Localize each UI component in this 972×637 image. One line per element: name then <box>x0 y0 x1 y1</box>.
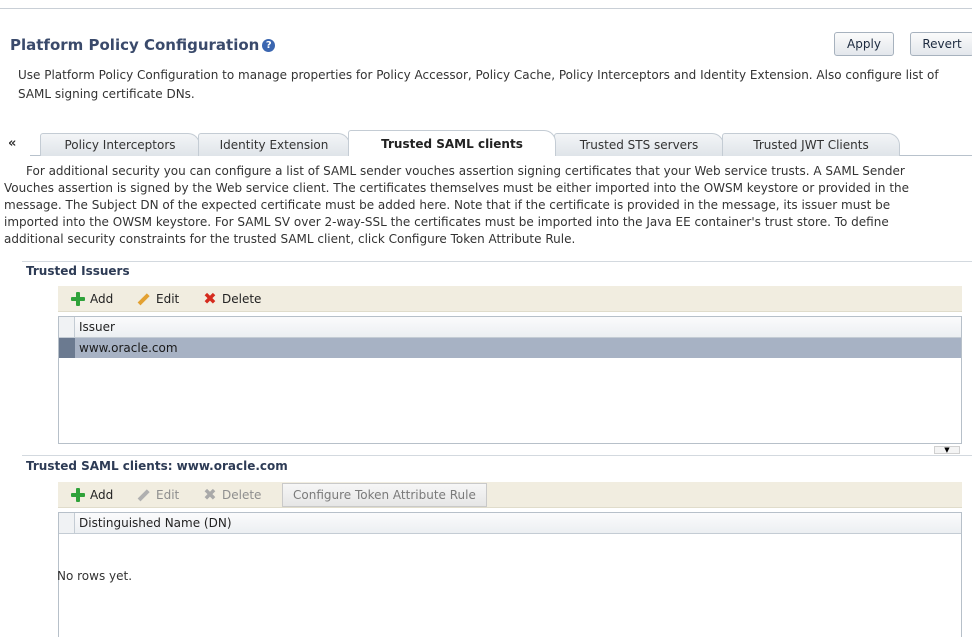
issuers-table-header: Issuer <box>59 317 961 338</box>
issuers-toolbar: Add Edit ✖ Delete <box>58 286 962 312</box>
tab-trusted-jwt-clients[interactable]: Trusted JWT Clients <box>722 133 900 156</box>
description-line: imported into the OWSM keystore. For SAM… <box>4 215 889 229</box>
page-title: Platform Policy Configuration ? <box>10 36 276 54</box>
description-line: additional security constraints for the … <box>4 232 576 246</box>
description-line: message. The Subject DN of the expected … <box>4 198 891 212</box>
clients-edit-button[interactable]: Edit <box>136 487 179 503</box>
clients-table: Distinguished Name (DN) <box>58 512 962 637</box>
trusted-issuers-title: Trusted Issuers <box>26 264 130 278</box>
description-line: Vouches assertion is signed by the Web s… <box>4 181 910 195</box>
delete-icon: ✖ <box>203 485 217 504</box>
issuers-add-button[interactable]: Add <box>70 291 113 307</box>
delete-icon: ✖ <box>203 289 217 308</box>
tab-description: For additional security you can configur… <box>4 163 970 248</box>
table-row[interactable]: www.oracle.com <box>59 338 961 358</box>
empty-table-message: No rows yet. <box>57 569 133 583</box>
issuer-cell: www.oracle.com <box>79 341 178 355</box>
issuers-edit-button[interactable]: Edit <box>136 291 179 307</box>
description-line: For additional security you can configur… <box>26 164 905 178</box>
edit-label: Edit <box>156 292 180 306</box>
issuers-delete-button[interactable]: ✖ Delete <box>202 291 261 307</box>
tab-scroll-left-button[interactable]: « <box>8 136 16 151</box>
intro-line: SAML signing certificate DNs. <box>18 87 195 101</box>
issuer-column-header[interactable]: Issuer <box>79 320 115 334</box>
tab-bar: « Policy Interceptors Identity Extension… <box>0 130 972 156</box>
issuers-table: Issuer www.oracle.com <box>58 316 962 444</box>
configure-token-attribute-rule-button[interactable]: Configure Token Attribute Rule <box>282 483 487 507</box>
scroll-down-icon[interactable]: ▼ <box>934 446 960 454</box>
clients-delete-button[interactable]: ✖ Delete <box>202 487 261 503</box>
intro-text: Use Platform Policy Configuration to man… <box>18 66 972 104</box>
tab-policy-interceptors[interactable]: Policy Interceptors <box>40 133 200 156</box>
row-header-cell <box>59 317 75 337</box>
tab-identity-extension[interactable]: Identity Extension <box>198 133 350 156</box>
edit-label: Edit <box>156 488 180 502</box>
clients-toolbar: Add Edit ✖ Delete Configure Token Attrib… <box>58 482 962 508</box>
edit-icon <box>133 288 156 311</box>
delete-label: Delete <box>222 488 262 502</box>
intro-line: Use Platform Policy Configuration to man… <box>18 68 939 82</box>
help-icon[interactable]: ? <box>262 38 276 52</box>
revert-button[interactable]: Revert <box>910 32 972 56</box>
row-selector[interactable] <box>59 338 75 358</box>
trusted-saml-clients-title: Trusted SAML clients: www.oracle.com <box>26 459 288 473</box>
section-divider <box>22 455 972 456</box>
apply-button[interactable]: Apply <box>834 32 894 56</box>
section-divider <box>22 261 972 262</box>
add-label: Add <box>90 488 114 502</box>
row-header-cell <box>59 513 75 533</box>
add-icon <box>70 487 86 503</box>
add-icon <box>70 291 86 307</box>
delete-label: Delete <box>222 292 262 306</box>
tab-trusted-saml-clients[interactable]: Trusted SAML clients <box>348 130 556 156</box>
add-label: Add <box>90 292 114 306</box>
edit-icon <box>133 484 156 507</box>
clients-table-header: Distinguished Name (DN) <box>59 513 961 534</box>
dn-column-header[interactable]: Distinguished Name (DN) <box>79 516 232 530</box>
clients-add-button[interactable]: Add <box>70 487 113 503</box>
top-divider <box>0 8 972 9</box>
tab-trusted-sts-servers[interactable]: Trusted STS servers <box>554 133 724 156</box>
page-title-text: Platform Policy Configuration <box>10 36 260 54</box>
